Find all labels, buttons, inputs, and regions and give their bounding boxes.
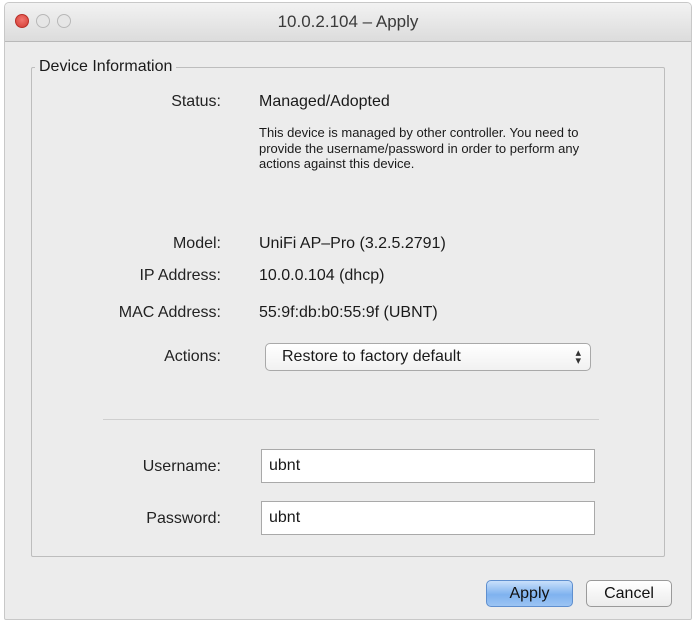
mac-address-label: MAC Address: [118, 304, 221, 321]
model-value: UniFi AP–Pro (3.2.5.2791) [259, 235, 446, 252]
username-field[interactable]: ubnt [261, 449, 595, 483]
status-note: This device is managed by other controll… [259, 125, 580, 171]
window-title: 10.0.2.104 – Apply [277, 12, 419, 31]
ip-address-label: IP Address: [139, 267, 221, 284]
group-legend: Device Information [35, 58, 177, 76]
chevron-updown-icon: ▴ ▾ [575, 347, 581, 367]
actions-select[interactable]: Restore to factory default ▴ ▾ [265, 343, 591, 371]
title-bar[interactable]: 10.0.2.104 – Apply [5, 3, 691, 42]
section-divider [103, 419, 599, 420]
password-label: Password: [146, 510, 221, 527]
actions-selected-value: Restore to factory default [282, 348, 461, 365]
cancel-button[interactable]: Cancel [586, 580, 672, 607]
ip-address-value: 10.0.0.104 (dhcp) [259, 267, 385, 284]
actions-label: Actions: [164, 348, 221, 365]
model-label: Model: [172, 235, 221, 252]
mac-address-value: 55:9f:db:b0:55:9f (UBNT) [259, 304, 438, 321]
username-label: Username: [142, 458, 221, 475]
apply-button[interactable]: Apply [486, 580, 573, 607]
password-field[interactable]: ubnt [261, 501, 595, 535]
status-value: Managed/Adopted [259, 93, 390, 110]
status-label: Status: [171, 93, 221, 110]
dialog-window: 10.0.2.104 – Apply Device Information St… [4, 2, 692, 620]
